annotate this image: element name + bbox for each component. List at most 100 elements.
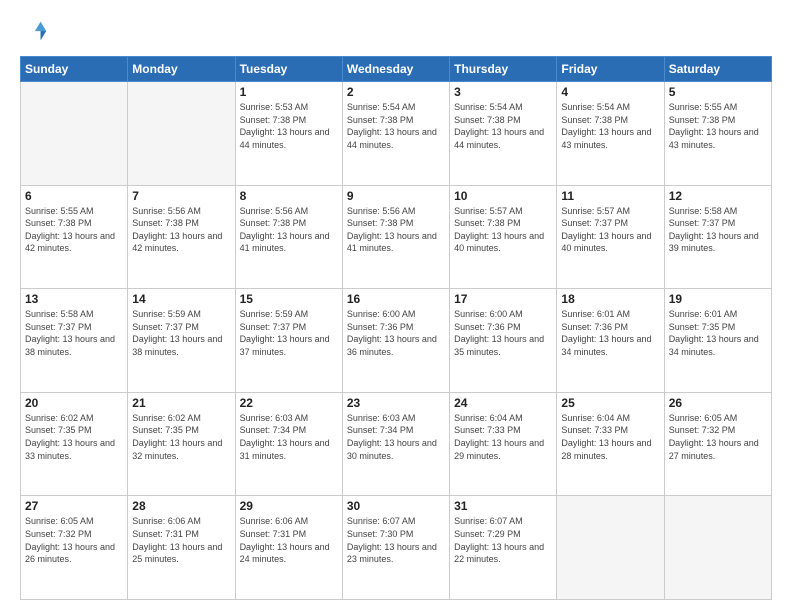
day-info: Sunrise: 5:57 AMSunset: 7:38 PMDaylight:… [454, 205, 552, 255]
day-number: 10 [454, 189, 552, 203]
day-info: Sunrise: 6:07 AMSunset: 7:29 PMDaylight:… [454, 515, 552, 565]
calendar-cell: 22 Sunrise: 6:03 AMSunset: 7:34 PMDayligh… [235, 392, 342, 496]
weekday-header-sunday: Sunday [21, 57, 128, 82]
day-number: 15 [240, 292, 338, 306]
day-number: 27 [25, 499, 123, 513]
calendar-cell: 25Sunrise: 6:04 AMSunset: 7:33 PMDayligh… [557, 392, 664, 496]
day-info: Sunrise: 6:02 AMSunset: 7:35 PMDaylight:… [132, 412, 230, 462]
logo [20, 18, 52, 46]
calendar-cell: 17 Sunrise: 6:00 AMSunset: 7:36 PMDayligh… [450, 289, 557, 393]
day-number: 21 [132, 396, 230, 410]
calendar-cell [128, 82, 235, 186]
weekday-header-wednesday: Wednesday [342, 57, 449, 82]
day-info: Sunrise: 6:00 AMSunset: 7:36 PMDaylight:… [347, 308, 445, 358]
day-info: Sunrise: 5:56 AMSunset: 7:38 PMDaylight:… [240, 205, 338, 255]
calendar-cell: 18Sunrise: 6:01 AMSunset: 7:36 PMDayligh… [557, 289, 664, 393]
day-number: 23 [347, 396, 445, 410]
calendar-cell: 9 Sunrise: 5:56 AMSunset: 7:38 PMDaylight… [342, 185, 449, 289]
calendar-cell: 15 Sunrise: 5:59 AMSunset: 7:37 PMDayligh… [235, 289, 342, 393]
day-info: Sunrise: 5:54 AMSunset: 7:38 PMDaylight:… [561, 101, 659, 151]
week-row-4: 20 Sunrise: 6:02 AMSunset: 7:35 PMDayligh… [21, 392, 772, 496]
weekday-header-monday: Monday [128, 57, 235, 82]
day-number: 3 [454, 85, 552, 99]
day-number: 17 [454, 292, 552, 306]
day-number: 29 [240, 499, 338, 513]
day-info: Sunrise: 6:07 AMSunset: 7:30 PMDaylight:… [347, 515, 445, 565]
calendar-cell: 8Sunrise: 5:56 AMSunset: 7:38 PMDaylight… [235, 185, 342, 289]
day-number: 4 [561, 85, 659, 99]
header [20, 18, 772, 46]
calendar-cell: 19 Sunrise: 6:01 AMSunset: 7:35 PMDayligh… [664, 289, 771, 393]
day-info: Sunrise: 5:53 AMSunset: 7:38 PMDaylight:… [240, 101, 338, 151]
day-info: Sunrise: 5:54 AMSunset: 7:38 PMDaylight:… [454, 101, 552, 151]
logo-icon [20, 18, 48, 46]
calendar-cell [664, 496, 771, 600]
day-info: Sunrise: 5:58 AMSunset: 7:37 PMDaylight:… [669, 205, 767, 255]
calendar-cell: 12 Sunrise: 5:58 AMSunset: 7:37 PMDayligh… [664, 185, 771, 289]
day-number: 28 [132, 499, 230, 513]
calendar-cell: 1 Sunrise: 5:53 AMSunset: 7:38 PMDaylight… [235, 82, 342, 186]
day-number: 26 [669, 396, 767, 410]
calendar-cell: 5 Sunrise: 5:55 AMSunset: 7:38 PMDaylight… [664, 82, 771, 186]
week-row-2: 6 Sunrise: 5:55 AMSunset: 7:38 PMDaylight… [21, 185, 772, 289]
weekday-header-thursday: Thursday [450, 57, 557, 82]
week-row-1: 1 Sunrise: 5:53 AMSunset: 7:38 PMDaylight… [21, 82, 772, 186]
day-number: 12 [669, 189, 767, 203]
calendar-cell: 20 Sunrise: 6:02 AMSunset: 7:35 PMDayligh… [21, 392, 128, 496]
day-info: Sunrise: 6:02 AMSunset: 7:35 PMDaylight:… [25, 412, 123, 462]
calendar-cell: 4 Sunrise: 5:54 AMSunset: 7:38 PMDaylight… [557, 82, 664, 186]
calendar-cell: 27 Sunrise: 6:05 AMSunset: 7:32 PMDayligh… [21, 496, 128, 600]
day-number: 2 [347, 85, 445, 99]
calendar-cell: 26 Sunrise: 6:05 AMSunset: 7:32 PMDayligh… [664, 392, 771, 496]
calendar-cell [557, 496, 664, 600]
day-number: 20 [25, 396, 123, 410]
weekday-header-row: SundayMondayTuesdayWednesdayThursdayFrid… [21, 57, 772, 82]
day-info: Sunrise: 6:03 AMSunset: 7:34 PMDaylight:… [240, 412, 338, 462]
weekday-header-tuesday: Tuesday [235, 57, 342, 82]
day-number: 18 [561, 292, 659, 306]
day-info: Sunrise: 5:57 AMSunset: 7:37 PMDaylight:… [561, 205, 659, 255]
day-info: Sunrise: 5:55 AMSunset: 7:38 PMDaylight:… [25, 205, 123, 255]
day-info: Sunrise: 6:06 AMSunset: 7:31 PMDaylight:… [240, 515, 338, 565]
day-number: 11 [561, 189, 659, 203]
day-number: 13 [25, 292, 123, 306]
day-info: Sunrise: 5:59 AMSunset: 7:37 PMDaylight:… [240, 308, 338, 358]
day-info: Sunrise: 5:56 AMSunset: 7:38 PMDaylight:… [132, 205, 230, 255]
day-number: 5 [669, 85, 767, 99]
calendar-cell: 29 Sunrise: 6:06 AMSunset: 7:31 PMDayligh… [235, 496, 342, 600]
day-number: 30 [347, 499, 445, 513]
day-number: 1 [240, 85, 338, 99]
day-info: Sunrise: 5:59 AMSunset: 7:37 PMDaylight:… [132, 308, 230, 358]
calendar-cell: 28Sunrise: 6:06 AMSunset: 7:31 PMDayligh… [128, 496, 235, 600]
calendar-cell: 2Sunrise: 5:54 AMSunset: 7:38 PMDaylight… [342, 82, 449, 186]
day-info: Sunrise: 6:05 AMSunset: 7:32 PMDaylight:… [669, 412, 767, 462]
calendar-cell: 14 Sunrise: 5:59 AMSunset: 7:37 PMDayligh… [128, 289, 235, 393]
day-info: Sunrise: 6:05 AMSunset: 7:32 PMDaylight:… [25, 515, 123, 565]
week-row-5: 27 Sunrise: 6:05 AMSunset: 7:32 PMDayligh… [21, 496, 772, 600]
calendar-cell: 31Sunrise: 6:07 AMSunset: 7:29 PMDayligh… [450, 496, 557, 600]
day-number: 9 [347, 189, 445, 203]
calendar-cell: 3 Sunrise: 5:54 AMSunset: 7:38 PMDaylight… [450, 82, 557, 186]
day-number: 16 [347, 292, 445, 306]
calendar-cell: 23Sunrise: 6:03 AMSunset: 7:34 PMDayligh… [342, 392, 449, 496]
day-number: 25 [561, 396, 659, 410]
calendar-cell: 13 Sunrise: 5:58 AMSunset: 7:37 PMDayligh… [21, 289, 128, 393]
page: SundayMondayTuesdayWednesdayThursdayFrid… [0, 0, 792, 612]
day-number: 22 [240, 396, 338, 410]
day-info: Sunrise: 6:04 AMSunset: 7:33 PMDaylight:… [454, 412, 552, 462]
day-number: 6 [25, 189, 123, 203]
calendar-cell: 24Sunrise: 6:04 AMSunset: 7:33 PMDayligh… [450, 392, 557, 496]
weekday-header-saturday: Saturday [664, 57, 771, 82]
day-info: Sunrise: 6:01 AMSunset: 7:35 PMDaylight:… [669, 308, 767, 358]
calendar-cell: 16 Sunrise: 6:00 AMSunset: 7:36 PMDayligh… [342, 289, 449, 393]
day-number: 7 [132, 189, 230, 203]
day-info: Sunrise: 5:58 AMSunset: 7:37 PMDaylight:… [25, 308, 123, 358]
day-number: 14 [132, 292, 230, 306]
day-info: Sunrise: 6:00 AMSunset: 7:36 PMDaylight:… [454, 308, 552, 358]
day-number: 19 [669, 292, 767, 306]
week-row-3: 13 Sunrise: 5:58 AMSunset: 7:37 PMDayligh… [21, 289, 772, 393]
weekday-header-friday: Friday [557, 57, 664, 82]
calendar-cell: 30 Sunrise: 6:07 AMSunset: 7:30 PMDayligh… [342, 496, 449, 600]
day-info: Sunrise: 5:56 AMSunset: 7:38 PMDaylight:… [347, 205, 445, 255]
day-info: Sunrise: 5:55 AMSunset: 7:38 PMDaylight:… [669, 101, 767, 151]
